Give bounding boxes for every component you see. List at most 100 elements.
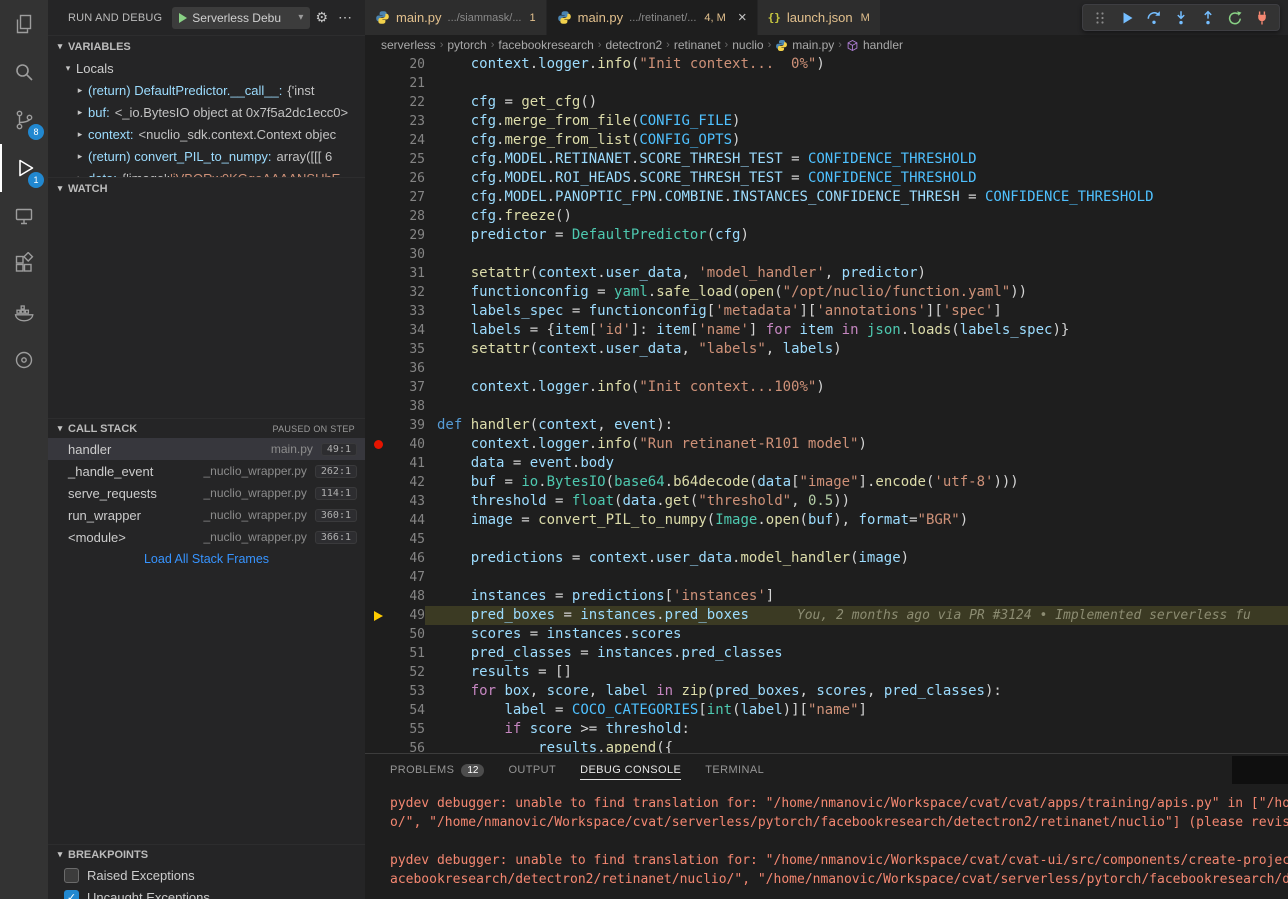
step-into-icon[interactable]	[1172, 9, 1190, 27]
stack-frame[interactable]: handlermain.py49:1	[48, 438, 365, 460]
breadcrumb-item[interactable]: handler	[846, 38, 903, 52]
code-line[interactable]: 40 context.logger.info("Run retinanet-R1…	[365, 435, 1288, 454]
activity-item-extensions[interactable]	[0, 240, 48, 288]
code-area[interactable]: 20 context.logger.info("Init context... …	[365, 55, 1288, 753]
console-line: pydev debugger: unable to find translati…	[390, 851, 1288, 870]
code-token: image	[471, 512, 513, 528]
stack-frame[interactable]: serve_requests_nuclio_wrapper.py114:1	[48, 482, 365, 504]
variable-row[interactable]: ▸(return) DefaultPredictor.__call__:{'in…	[48, 79, 365, 101]
activity-item-source-control[interactable]: 8	[0, 96, 48, 144]
restart-icon[interactable]	[1226, 9, 1244, 27]
stack-frame[interactable]: <module>_nuclio_wrapper.py366:1	[48, 526, 365, 548]
code-line[interactable]: 51 pred_classes = instances.pred_classes	[365, 644, 1288, 663]
code-line[interactable]: 52 results = []	[365, 663, 1288, 682]
variables-section-header[interactable]: ▾ VARIABLES	[48, 35, 365, 57]
code-line[interactable]: 31 setattr(context.user_data, 'model_han…	[365, 264, 1288, 283]
code-line[interactable]: 41 data = event.body	[365, 454, 1288, 473]
code-line[interactable]: 38	[365, 397, 1288, 416]
code-line[interactable]: 55 if score >= threshold:	[365, 720, 1288, 739]
code-line[interactable]: 42 buf = io.BytesIO(base64.b64decode(dat…	[365, 473, 1288, 492]
code-token: labels_spec	[471, 303, 564, 319]
editor-tab[interactable]: main.py.../retinanet/...4, M×	[547, 0, 757, 35]
activity-item-remote-explorer[interactable]	[0, 192, 48, 240]
launch-config-dropdown[interactable]: Serverless Debu ▾	[172, 7, 310, 29]
code-line[interactable]: 21	[365, 74, 1288, 93]
variable-row[interactable]: ▸(return) convert_PIL_to_numpy:array([[[…	[48, 145, 365, 167]
code-line[interactable]: 29 predictor = DefaultPredictor(cfg)	[365, 226, 1288, 245]
code-line[interactable]: 39def handler(context, event):	[365, 416, 1288, 435]
code-line[interactable]: 45	[365, 530, 1288, 549]
code-line[interactable]: 43 threshold = float(data.get("threshold…	[365, 492, 1288, 511]
code-line[interactable]: 28 cfg.freeze()	[365, 207, 1288, 226]
breadcrumb-item[interactable]: facebookresearch	[498, 38, 593, 52]
breadcrumb-item[interactable]: main.py	[775, 38, 834, 52]
code-line[interactable]: 25 cfg.MODEL.RETINANET.SCORE_THRESH_TEST…	[365, 150, 1288, 169]
code-line[interactable]: 37 context.logger.info("Init context...1…	[365, 378, 1288, 397]
code-line[interactable]: 20 context.logger.info("Init context... …	[365, 55, 1288, 74]
watch-section-header[interactable]: ▾ WATCH	[48, 177, 365, 199]
breakpoints-section-header[interactable]: ▾ BREAKPOINTS	[48, 844, 365, 864]
debug-console-output[interactable]: pydev debugger: unable to find translati…	[365, 786, 1288, 899]
code-line[interactable]: 22 cfg = get_cfg()	[365, 93, 1288, 112]
variable-row[interactable]: ▸context:<nuclio_sdk.context.Context obj…	[48, 123, 365, 145]
close-icon[interactable]: ×	[738, 10, 747, 25]
code-line[interactable]: 24 cfg.merge_from_list(CONFIG_OPTS)	[365, 131, 1288, 150]
editor-tab[interactable]: main.py.../siammask/...1	[365, 0, 546, 35]
breadcrumb-item[interactable]: nuclio	[732, 38, 763, 52]
variables-scope-locals[interactable]: ▾ Locals	[48, 57, 365, 79]
code-line[interactable]: 46 predictions = context.user_data.model…	[365, 549, 1288, 568]
step-over-icon[interactable]	[1145, 9, 1163, 27]
code-token: 0.5	[808, 493, 833, 509]
panel-tab-problems[interactable]: PROBLEMS12	[390, 754, 484, 786]
breakpoint-row[interactable]: Raised Exceptions	[48, 864, 365, 886]
code-line[interactable]: 35 setattr(context.user_data, "labels", …	[365, 340, 1288, 359]
code-line[interactable]: 50 scores = instances.scores	[365, 625, 1288, 644]
panel-tab-output[interactable]: OUTPUT	[508, 754, 556, 786]
code-line[interactable]: 56 results.append({	[365, 739, 1288, 753]
panel-tab-debug-console[interactable]: DEBUG CONSOLE	[580, 754, 681, 786]
code-line[interactable]: 44 image = convert_PIL_to_numpy(Image.op…	[365, 511, 1288, 530]
code-token: if	[504, 721, 521, 737]
disconnect-icon[interactable]	[1253, 9, 1271, 27]
breadcrumb-item[interactable]: detectron2	[605, 38, 662, 52]
checkbox[interactable]: ✓	[64, 890, 79, 899]
step-out-icon[interactable]	[1199, 9, 1217, 27]
continue-icon[interactable]	[1118, 9, 1136, 27]
gear-icon[interactable]: ⚙	[310, 9, 333, 26]
variable-row[interactable]: ▸buf:<_io.BytesIO object at 0x7f5a2dc1ec…	[48, 101, 365, 123]
code-line[interactable]: 34 labels = {item['id']: item['name'] fo…	[365, 321, 1288, 340]
editor-tab[interactable]: {}launch.jsonM	[758, 0, 880, 35]
panel-tab-terminal[interactable]: TERMINAL	[705, 754, 764, 786]
load-all-stack-frames-link[interactable]: Load All Stack Frames	[48, 548, 365, 570]
code-line[interactable]: 32 functionconfig = yaml.safe_load(open(…	[365, 283, 1288, 302]
variable-row[interactable]: ▸data:{'image': 'iVBORw0KGgoAAAANSUhE	[48, 167, 365, 177]
breakpoint-icon[interactable]	[374, 440, 383, 449]
code-line[interactable]: 23 cfg.merge_from_file(CONFIG_FILE)	[365, 112, 1288, 131]
code-line[interactable]: 27 cfg.MODEL.PANOPTIC_FPN.COMBINE.INSTAN…	[365, 188, 1288, 207]
breadcrumb-item[interactable]: serverless	[381, 38, 436, 52]
code-line[interactable]: 54 label = COCO_CATEGORIES[int(label)]["…	[365, 701, 1288, 720]
breakpoint-row[interactable]: ✓Uncaught Exceptions	[48, 886, 365, 899]
code-line[interactable]: 49 pred_boxes = instances.pred_boxesYou,…	[365, 606, 1288, 625]
activity-item-explorer[interactable]	[0, 0, 48, 48]
more-actions-icon[interactable]: ⋯	[333, 9, 357, 26]
checkbox[interactable]	[64, 868, 79, 883]
line-number: 35	[391, 340, 425, 359]
code-line[interactable]: 26 cfg.MODEL.ROI_HEADS.SCORE_THRESH_TEST…	[365, 169, 1288, 188]
stack-frame[interactable]: run_wrapper_nuclio_wrapper.py360:1	[48, 504, 365, 526]
breadcrumb-item[interactable]: retinanet	[674, 38, 721, 52]
code-line[interactable]: 33 labels_spec = functionconfig['metadat…	[365, 302, 1288, 321]
stack-frame[interactable]: _handle_event_nuclio_wrapper.py262:1	[48, 460, 365, 482]
activity-item-search[interactable]	[0, 48, 48, 96]
call-stack-section-header[interactable]: ▾ CALL STACK PAUSED ON STEP	[48, 418, 365, 438]
start-debug-icon[interactable]	[179, 13, 187, 23]
code-line[interactable]: 48 instances = predictions['instances']	[365, 587, 1288, 606]
activity-item-live-share[interactable]	[0, 336, 48, 384]
code-line[interactable]: 36	[365, 359, 1288, 378]
code-line[interactable]: 53 for box, score, label in zip(pred_box…	[365, 682, 1288, 701]
activity-item-run-and-debug[interactable]: 1	[0, 144, 48, 192]
code-line[interactable]: 30	[365, 245, 1288, 264]
code-line[interactable]: 47	[365, 568, 1288, 587]
breadcrumb-item[interactable]: pytorch	[447, 38, 486, 52]
activity-item-docker[interactable]	[0, 288, 48, 336]
